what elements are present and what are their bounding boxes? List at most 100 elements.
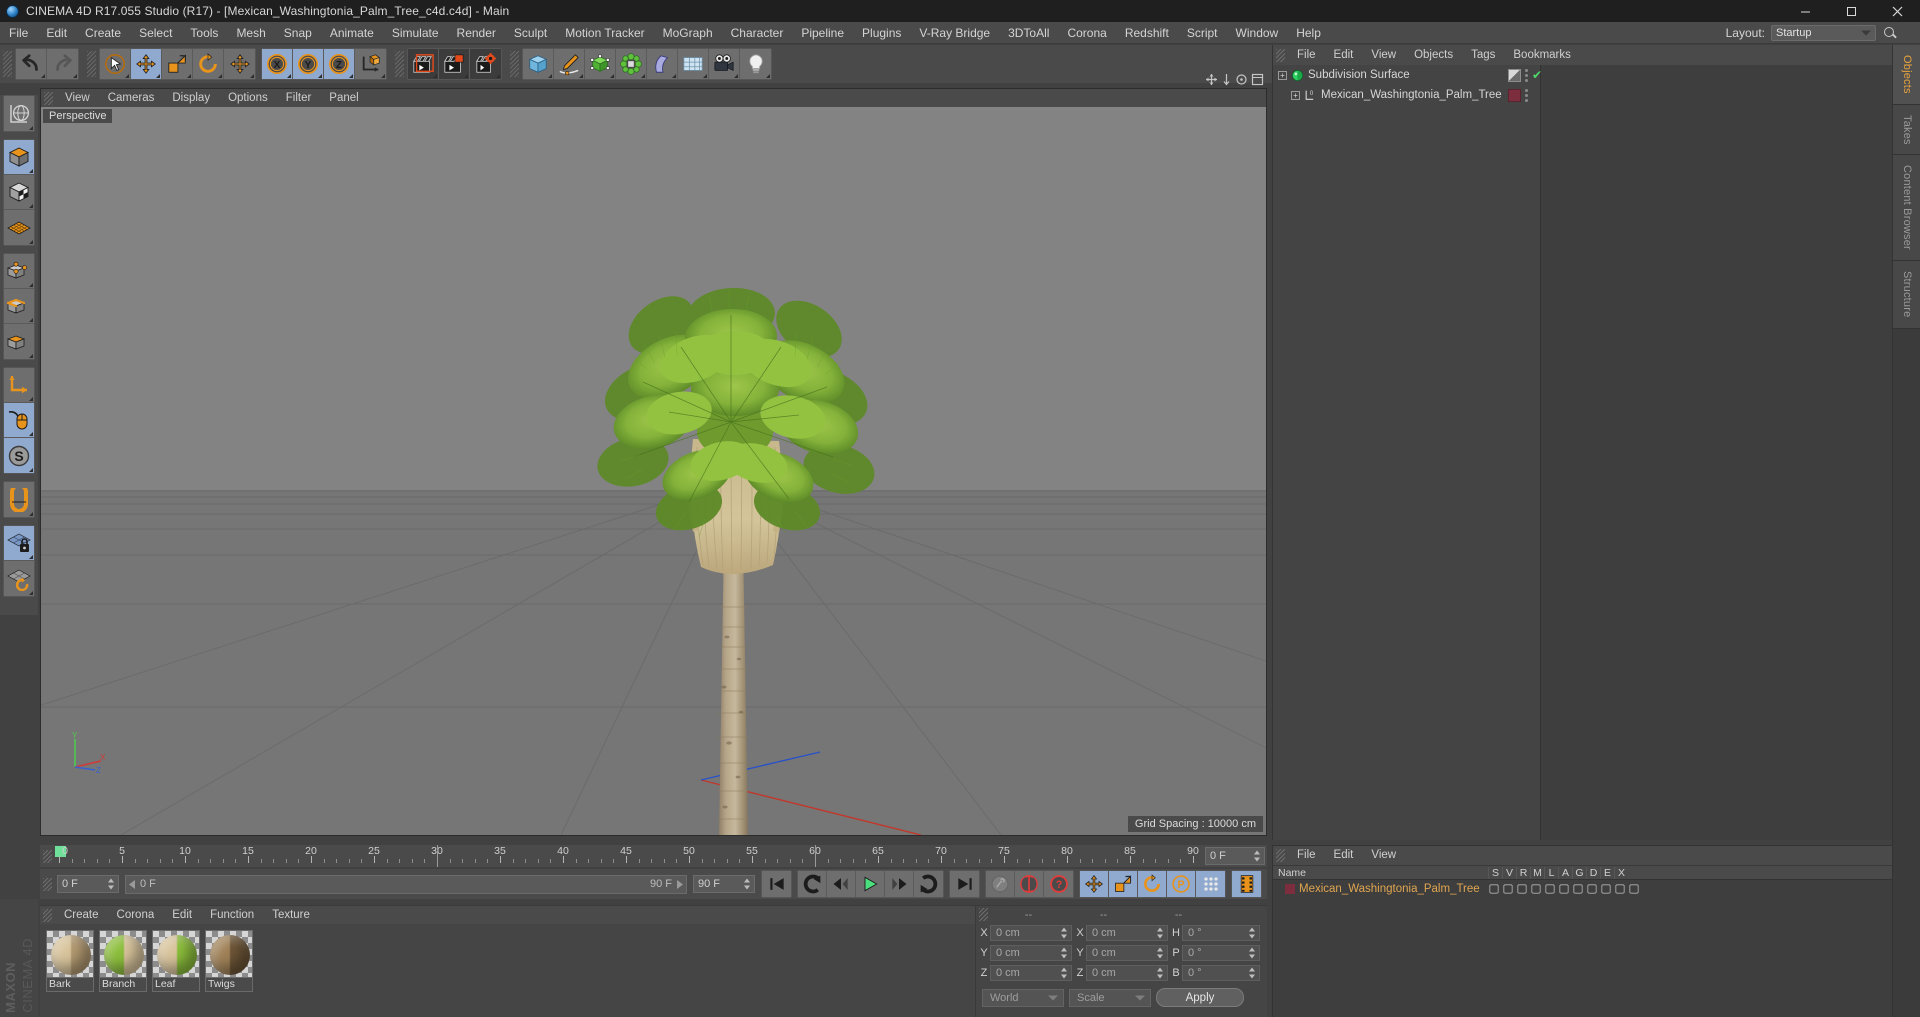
search-icon[interactable] [1882, 25, 1898, 41]
position-key-toggle[interactable] [1080, 871, 1109, 897]
lock-x-axis[interactable]: X [262, 49, 293, 79]
spinner-icon[interactable] [744, 879, 751, 890]
solo-dot-icon[interactable] [1488, 883, 1500, 895]
points-mode-button[interactable] [4, 254, 34, 289]
layer-column-header-v[interactable]: V [1502, 867, 1516, 879]
add-array-modeling[interactable] [616, 49, 647, 79]
viewport-zoom-icon[interactable] [1221, 73, 1232, 86]
render-to-picture-viewer[interactable] [439, 49, 470, 79]
layer-menu-file[interactable]: File [1288, 846, 1325, 865]
menu-item-corona[interactable]: Corona [1058, 22, 1115, 44]
close-icon[interactable] [1874, 0, 1920, 22]
vertical-tab-content-browser[interactable]: Content Browser [1893, 155, 1920, 261]
range-left-handle-icon[interactable] [129, 880, 136, 889]
rotation-b-input[interactable]: 0 ° [1182, 965, 1260, 981]
menu-item-help[interactable]: Help [1287, 22, 1330, 44]
autokeying-button[interactable] [1015, 871, 1044, 897]
viewport-move-icon[interactable] [1205, 73, 1218, 86]
menu-item-edit[interactable]: Edit [37, 22, 76, 44]
viewport-menu-panel[interactable]: Panel [320, 89, 367, 107]
spinner-icon[interactable] [1157, 928, 1164, 939]
tag-dots-icon[interactable] [1525, 69, 1528, 82]
material-menu-function[interactable]: Function [201, 906, 263, 924]
vertical-tab-takes[interactable]: Takes [1893, 105, 1920, 156]
add-light[interactable] [740, 49, 771, 79]
object-tree-row[interactable]: +0Mexican_Washingtonia_Palm_Tree [1273, 85, 1540, 105]
material-preview-swatch[interactable] [46, 930, 94, 978]
size-z-input[interactable]: 0 cm [1086, 965, 1168, 981]
lock-workplane-button[interactable] [4, 526, 34, 561]
deformers-shield-icon[interactable] [1586, 883, 1598, 895]
timeline-current-frame-field[interactable]: 0 F [1205, 847, 1265, 865]
animbar-grip[interactable] [43, 878, 52, 891]
menu-item-mesh[interactable]: Mesh [227, 22, 274, 44]
menu-item-motion-tracker[interactable]: Motion Tracker [556, 22, 653, 44]
add-spline-object[interactable] [554, 49, 585, 79]
expressions-oval-icon[interactable] [1600, 883, 1612, 895]
material-item[interactable]: Bark [46, 930, 94, 992]
timeline-ruler[interactable]: 051015202530354045505560657075808590 [55, 845, 1203, 867]
object-menu-view[interactable]: View [1362, 45, 1405, 65]
go-to-next-frame-button[interactable] [885, 871, 914, 897]
layout-dropdown[interactable]: Startup [1771, 25, 1876, 41]
material-menu-corona[interactable]: Corona [108, 906, 164, 924]
extra-col-icon[interactable] [1628, 883, 1640, 895]
display-tag-icon[interactable] [1508, 69, 1521, 82]
size-y-input[interactable]: 0 cm [1086, 945, 1168, 961]
expand-collapse-icon[interactable]: + [1291, 91, 1300, 100]
layer-column-header-d[interactable]: D [1586, 867, 1600, 879]
material-preview-swatch[interactable] [205, 930, 253, 978]
spinner-icon[interactable] [1157, 948, 1164, 959]
tag-dots-icon[interactable] [1525, 89, 1528, 102]
position-x-input[interactable]: 0 cm [990, 925, 1072, 941]
menu-item-sculpt[interactable]: Sculpt [505, 22, 556, 44]
material-menu-texture[interactable]: Texture [263, 906, 319, 924]
expand-collapse-icon[interactable]: + [1278, 71, 1287, 80]
menu-item-create[interactable]: Create [76, 22, 130, 44]
viewport-maximize-icon[interactable] [1251, 73, 1264, 86]
spinner-icon[interactable] [1061, 948, 1068, 959]
position-z-input[interactable]: 0 cm [990, 965, 1072, 981]
material-preview-swatch[interactable] [99, 930, 147, 978]
redo-button[interactable] [47, 49, 78, 79]
layer-column-header-a[interactable]: A [1558, 867, 1572, 879]
viewport-menu-display[interactable]: Display [163, 89, 219, 107]
layer-column-header-m[interactable]: M [1530, 867, 1544, 879]
world-object-coord-toggle[interactable] [355, 49, 386, 79]
viewport-rotate-icon[interactable] [1235, 73, 1248, 86]
anim-start-frame-field[interactable]: 0 F [57, 875, 119, 893]
object-axis-tool[interactable] [4, 368, 34, 403]
go-to-end-button[interactable] [950, 871, 979, 897]
material-menu-create[interactable]: Create [55, 906, 108, 924]
manager-tree-icon[interactable] [1530, 883, 1542, 895]
object-menu-tags[interactable]: Tags [1462, 45, 1504, 65]
menu-item-script[interactable]: Script [1178, 22, 1227, 44]
layer-column-header-name[interactable]: Name [1273, 867, 1488, 879]
enabled-check-icon[interactable]: ✔ [1532, 69, 1542, 81]
object-menu-file[interactable]: File [1288, 45, 1325, 65]
spinner-icon[interactable] [1249, 928, 1256, 939]
add-cube-object[interactable] [523, 49, 554, 79]
timeline-grip[interactable] [43, 850, 52, 863]
live-selection-tool[interactable] [100, 49, 131, 79]
layer-column-header-e[interactable]: E [1600, 867, 1614, 879]
spinner-icon[interactable] [108, 879, 115, 890]
layer-row[interactable]: Mexican_Washingtonia_Palm_Tree [1273, 880, 1892, 897]
spinner-icon[interactable] [1061, 968, 1068, 979]
menu-item-mograph[interactable]: MoGraph [654, 22, 722, 44]
menu-item-plugins[interactable]: Plugins [853, 22, 910, 44]
menu-item-3dtoall[interactable]: 3DToAll [999, 22, 1058, 44]
menu-item-redshift[interactable]: Redshift [1116, 22, 1178, 44]
menu-item-v-ray-bridge[interactable]: V-Ray Bridge [910, 22, 999, 44]
layer-column-header-s[interactable]: S [1488, 867, 1502, 879]
vertical-tab-objects[interactable]: Objects [1893, 45, 1920, 105]
animation-bars-icon[interactable] [1558, 883, 1570, 895]
xref-page-icon[interactable] [1614, 883, 1626, 895]
object-manager-grip[interactable] [1276, 49, 1285, 62]
add-scene-environment[interactable] [678, 49, 709, 79]
go-to-next-key-button[interactable] [914, 871, 943, 897]
toolbar-grip[interactable] [395, 51, 404, 77]
spinner-icon[interactable] [1249, 948, 1256, 959]
polygons-mode-button[interactable] [4, 324, 34, 359]
move-tool[interactable] [131, 49, 162, 79]
